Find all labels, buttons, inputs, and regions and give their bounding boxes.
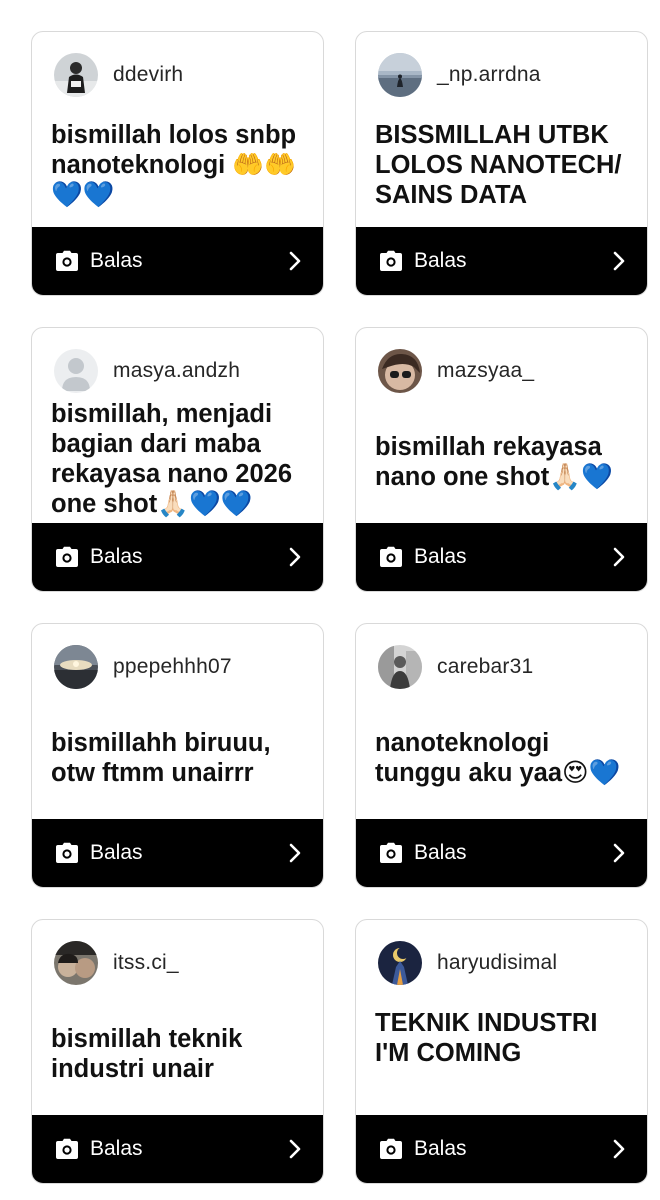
username[interactable]: haryudisimal <box>437 951 557 975</box>
camera-icon <box>380 842 402 863</box>
camera-icon <box>380 1138 402 1159</box>
avatar[interactable] <box>54 53 98 97</box>
reply-button[interactable]: Balas <box>32 1115 323 1183</box>
username[interactable]: mazsyaa_ <box>437 359 534 383</box>
chevron-right-icon <box>613 251 625 271</box>
avatar[interactable] <box>378 645 422 689</box>
reply-message: bismillah rekayasa nano one shot🙏🏻💙 <box>375 433 613 491</box>
username[interactable]: itss.ci_ <box>113 951 179 975</box>
avatar[interactable] <box>54 349 98 393</box>
reply-button[interactable]: Balas <box>32 227 323 295</box>
reply-button[interactable]: Balas <box>356 227 647 295</box>
username[interactable]: _np.arrdna <box>437 63 541 87</box>
reply-label: Balas <box>414 249 467 272</box>
user-row[interactable]: ddevirh <box>54 52 183 98</box>
card-content: itss.ci_ bismillah teknik industri unair <box>32 920 323 1115</box>
user-row[interactable]: haryudisimal <box>378 940 557 986</box>
card-content: ddevirh bismillah lolos snbp nanoteknolo… <box>32 32 323 227</box>
avatar[interactable] <box>378 53 422 97</box>
chevron-right-icon <box>613 1139 625 1159</box>
reply-card: haryudisimal TEKNIK INDUSTRI I'M COMING … <box>355 919 648 1184</box>
card-content: carebar31 nanoteknologi tunggu aku yaa😍💙 <box>356 624 647 819</box>
reply-message: nanoteknologi tunggu aku yaa😍💙 <box>375 729 621 787</box>
reply-button[interactable]: Balas <box>32 819 323 887</box>
reply-card: ddevirh bismillah lolos snbp nanoteknolo… <box>31 31 324 296</box>
camera-icon <box>56 1138 78 1159</box>
reply-label: Balas <box>90 545 143 568</box>
camera-icon <box>56 546 78 567</box>
reply-message: bismillah lolos snbp nanoteknologi 🤲🤲💙💙 <box>51 121 297 209</box>
avatar[interactable] <box>54 645 98 689</box>
reply-button[interactable]: Balas <box>356 523 647 591</box>
card-content: _np.arrdna BISSMILLAH UTBK LOLOS NANOTEC… <box>356 32 647 227</box>
avatar[interactable] <box>378 349 422 393</box>
card-content: masya.andzh bismillah, menjadi bagian da… <box>32 328 323 523</box>
reply-message: bismillah, menjadi bagian dari maba reka… <box>51 400 293 518</box>
camera-icon <box>56 250 78 271</box>
username[interactable]: ppepehhh07 <box>113 655 232 679</box>
chevron-right-icon <box>289 1139 301 1159</box>
user-row[interactable]: carebar31 <box>378 644 533 690</box>
avatar[interactable] <box>378 941 422 985</box>
camera-icon <box>380 250 402 271</box>
reply-card: mazsyaa_ bismillah rekayasa nano one sho… <box>355 327 648 592</box>
reply-button[interactable]: Balas <box>356 819 647 887</box>
chevron-right-icon <box>289 547 301 567</box>
user-row[interactable]: itss.ci_ <box>54 940 179 986</box>
user-row[interactable]: _np.arrdna <box>378 52 541 98</box>
camera-icon <box>380 546 402 567</box>
reply-label: Balas <box>90 249 143 272</box>
reply-label: Balas <box>414 841 467 864</box>
reply-label: Balas <box>90 1137 143 1160</box>
reply-message: TEKNIK INDUSTRI I'M COMING <box>375 1009 598 1067</box>
reply-label: Balas <box>414 545 467 568</box>
reply-message: bismillahh biruuu, otw ftmm unairrr <box>51 729 271 787</box>
reply-message: bismillah teknik industri unair <box>51 1025 243 1083</box>
story-replies-grid: ddevirh bismillah lolos snbp nanoteknolo… <box>0 0 660 1200</box>
avatar[interactable] <box>54 941 98 985</box>
reply-card: masya.andzh bismillah, menjadi bagian da… <box>31 327 324 592</box>
user-row[interactable]: masya.andzh <box>54 348 240 394</box>
reply-label: Balas <box>414 1137 467 1160</box>
reply-button[interactable]: Balas <box>32 523 323 591</box>
user-row[interactable]: ppepehhh07 <box>54 644 232 690</box>
reply-card: _np.arrdna BISSMILLAH UTBK LOLOS NANOTEC… <box>355 31 648 296</box>
reply-message: BISSMILLAH UTBK LOLOS NANOTECH/ SAINS DA… <box>375 121 622 209</box>
reply-label: Balas <box>90 841 143 864</box>
card-content: haryudisimal TEKNIK INDUSTRI I'M COMING <box>356 920 647 1115</box>
reply-card: ppepehhh07 bismillahh biruuu, otw ftmm u… <box>31 623 324 888</box>
reply-card: itss.ci_ bismillah teknik industri unair… <box>31 919 324 1184</box>
user-row[interactable]: mazsyaa_ <box>378 348 534 394</box>
chevron-right-icon <box>613 547 625 567</box>
username[interactable]: ddevirh <box>113 63 183 87</box>
reply-button[interactable]: Balas <box>356 1115 647 1183</box>
chevron-right-icon <box>289 843 301 863</box>
card-content: ppepehhh07 bismillahh biruuu, otw ftmm u… <box>32 624 323 819</box>
chevron-right-icon <box>289 251 301 271</box>
card-content: mazsyaa_ bismillah rekayasa nano one sho… <box>356 328 647 523</box>
reply-card: carebar31 nanoteknologi tunggu aku yaa😍💙… <box>355 623 648 888</box>
chevron-right-icon <box>613 843 625 863</box>
username[interactable]: masya.andzh <box>113 359 240 383</box>
username[interactable]: carebar31 <box>437 655 533 679</box>
camera-icon <box>56 842 78 863</box>
